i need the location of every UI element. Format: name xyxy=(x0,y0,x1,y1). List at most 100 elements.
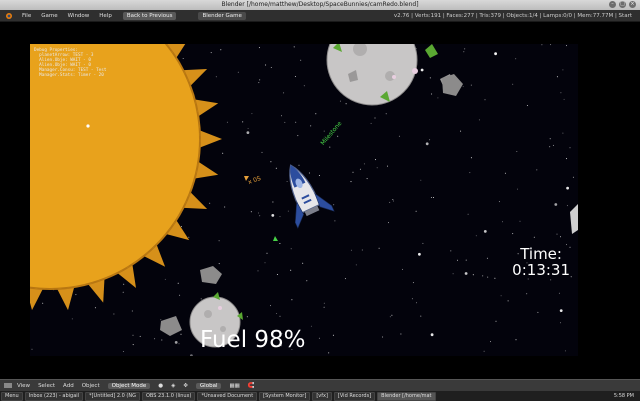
star xyxy=(123,283,125,285)
star xyxy=(517,188,518,190)
star xyxy=(420,315,422,317)
star xyxy=(418,252,421,256)
star xyxy=(164,278,166,280)
star xyxy=(560,236,561,238)
star xyxy=(122,291,124,293)
green-marker-icon xyxy=(273,236,278,241)
star xyxy=(345,103,347,105)
star xyxy=(450,250,452,252)
os-taskbar: Menu Inbox (223) - abigail *[Untitled] 2… xyxy=(0,390,640,401)
star xyxy=(355,264,357,266)
star xyxy=(554,203,558,206)
menu-view[interactable]: View xyxy=(17,383,30,389)
star xyxy=(536,169,538,171)
back-to-previous-button[interactable]: Back to Previous xyxy=(122,11,177,20)
star xyxy=(550,279,552,281)
taskbar-item-active[interactable]: Blender [/home/mat xyxy=(377,391,436,401)
orientation-select[interactable]: Global xyxy=(195,382,222,389)
star xyxy=(200,298,202,300)
star xyxy=(246,131,250,134)
star xyxy=(475,235,477,237)
star xyxy=(541,44,543,46)
shading-icon[interactable]: ● xyxy=(158,383,163,389)
star xyxy=(318,337,320,339)
taskbar-item[interactable]: Inbox (223) - abigail xyxy=(24,391,84,401)
manipulator-icon[interactable]: ✥ xyxy=(183,383,188,389)
maximize-icon[interactable]: □ xyxy=(619,1,626,8)
star xyxy=(415,210,417,212)
game-viewport[interactable]: Debug Properties: planetArrow: TEST - 3 … xyxy=(30,44,578,356)
star xyxy=(300,59,302,61)
taskbar-item[interactable]: [Vid Records] xyxy=(333,391,376,401)
taskbar-item[interactable]: [vfx] xyxy=(312,391,332,401)
close-icon[interactable]: × xyxy=(629,1,636,8)
minimize-icon[interactable]: – xyxy=(609,1,616,8)
star xyxy=(179,294,181,296)
star xyxy=(487,276,489,278)
star xyxy=(160,319,162,321)
star xyxy=(295,121,297,123)
taskbar-item[interactable]: *[Untitled] 2.0 (NG xyxy=(85,391,140,401)
star xyxy=(131,310,133,312)
star xyxy=(566,186,569,190)
star xyxy=(266,252,268,254)
menu-add[interactable]: Add xyxy=(63,383,74,389)
star xyxy=(310,325,312,327)
star xyxy=(549,138,551,140)
star xyxy=(224,206,226,208)
star xyxy=(257,270,259,272)
star xyxy=(566,205,568,207)
star xyxy=(495,320,497,322)
star xyxy=(272,201,274,203)
menu-help[interactable]: Help xyxy=(99,13,112,19)
star xyxy=(222,152,224,154)
sun xyxy=(30,44,222,311)
star xyxy=(560,322,561,324)
window-title: Blender [/home/matthew/Desktop/SpaceBunn… xyxy=(221,1,419,8)
view3d-editor-type-icon[interactable] xyxy=(3,382,13,389)
blender-logo-icon[interactable] xyxy=(4,12,14,20)
star xyxy=(486,257,488,259)
star xyxy=(559,309,563,312)
star xyxy=(566,45,567,47)
star xyxy=(182,58,184,59)
star xyxy=(566,244,567,246)
pivot-icon[interactable]: ◈ xyxy=(171,383,175,389)
star xyxy=(297,135,299,137)
star xyxy=(361,249,363,251)
menu-file[interactable]: File xyxy=(22,13,31,19)
star xyxy=(71,318,73,320)
star xyxy=(302,262,304,264)
menu-window[interactable]: Window xyxy=(68,13,90,19)
star xyxy=(387,165,388,167)
star xyxy=(264,262,266,264)
star xyxy=(132,334,134,336)
star xyxy=(323,306,325,308)
planet-top xyxy=(326,44,454,106)
star xyxy=(572,176,574,178)
taskbar-item[interactable]: OBS 23.1.0 (linux) xyxy=(141,391,196,401)
engine-select[interactable]: Blender Game xyxy=(198,11,246,20)
taskbar-item[interactable]: *Unsaved Document xyxy=(197,391,258,401)
star xyxy=(552,144,554,146)
menu-object[interactable]: Object xyxy=(82,383,100,389)
star xyxy=(259,79,261,81)
snap-icon[interactable]: 🧲 xyxy=(248,383,255,389)
star xyxy=(464,272,468,275)
star xyxy=(215,76,217,78)
taskbar-item[interactable]: [System Monitor] xyxy=(259,391,311,401)
star xyxy=(344,278,346,280)
asteroid xyxy=(442,74,463,96)
star xyxy=(218,263,220,265)
star xyxy=(279,243,281,244)
layers-icon[interactable]: ▦▦ xyxy=(229,383,239,389)
player-spaceship[interactable] xyxy=(273,157,335,229)
menu-select[interactable]: Select xyxy=(38,383,55,389)
star xyxy=(339,100,341,102)
star xyxy=(318,175,320,176)
start-menu-button[interactable]: Menu xyxy=(1,391,23,401)
menu-game[interactable]: Game xyxy=(41,13,57,19)
star xyxy=(467,213,469,215)
star xyxy=(526,105,528,106)
mode-select[interactable]: Object Mode xyxy=(107,382,151,389)
